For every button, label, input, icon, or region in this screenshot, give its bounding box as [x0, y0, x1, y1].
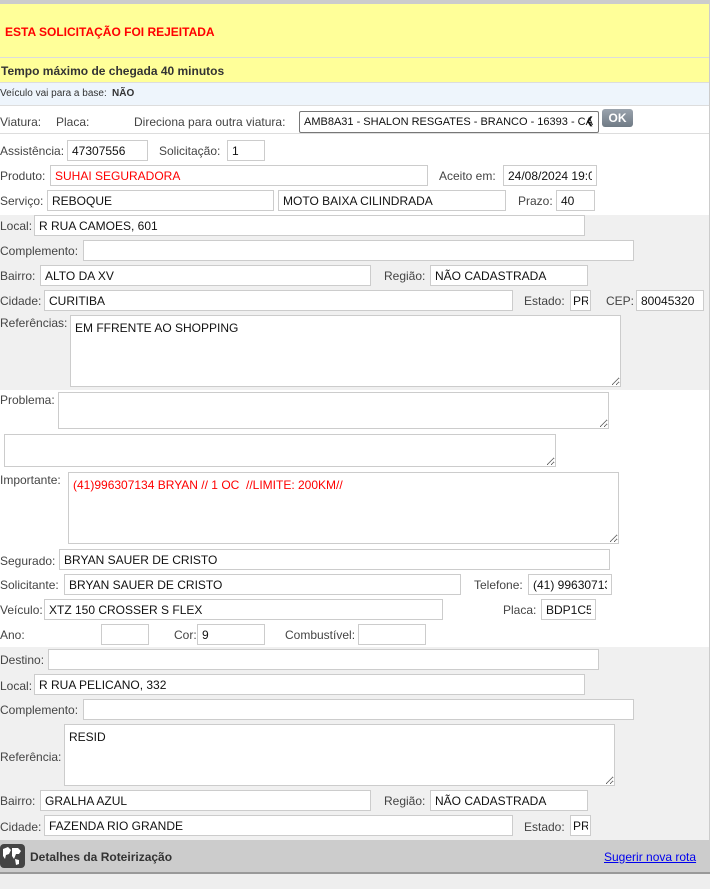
dest-cidade-field[interactable]: [44, 815, 513, 836]
cep-label: CEP:: [606, 294, 635, 308]
ano-label: Ano:: [0, 628, 25, 642]
telefone-field[interactable]: [528, 574, 612, 595]
cidade-field[interactable]: [44, 290, 513, 311]
dest-local-label: Local:: [0, 679, 33, 693]
placa-label: Placa:: [503, 603, 537, 617]
max-time-text: Tempo máximo de chegada 40 minutos: [1, 64, 225, 78]
cep-field[interactable]: [636, 290, 704, 311]
solicitacao-label: Solicitação:: [159, 144, 221, 158]
redirect-select-value: AMB8A31 - SHALON RESGATES - BRANCO - 163…: [304, 116, 593, 128]
importante-field[interactable]: (41)996307134 BRYAN // 1 OC //LIMITE: 20…: [68, 472, 619, 544]
world-map-icon: [0, 844, 25, 868]
servico-label: Serviço:: [0, 194, 44, 208]
rejected-text: ESTA SOLICITAÇÃO FOI REJEITADA: [5, 25, 215, 39]
dest-cidade-label: Cidade:: [0, 820, 42, 834]
complemento-field[interactable]: [83, 240, 634, 261]
rejected-banner: ESTA SOLICITAÇÃO FOI REJEITADA: [0, 4, 710, 58]
servico-field[interactable]: [47, 190, 274, 211]
base-value: NÃO: [112, 88, 135, 99]
estado-field[interactable]: [570, 290, 591, 311]
assistencia-field[interactable]: [67, 140, 148, 161]
destino-label: Destino:: [0, 653, 45, 667]
local-label: Local:: [0, 219, 33, 233]
max-time-banner: Tempo máximo de chegada 40 minutos: [0, 58, 710, 83]
dest-complemento-field[interactable]: [83, 699, 634, 720]
prazo-field[interactable]: [556, 190, 595, 211]
solicitacao-field[interactable]: [227, 140, 265, 161]
produto-field[interactable]: [50, 165, 428, 186]
cor-field[interactable]: [197, 624, 265, 645]
combustivel-label: Combustível:: [285, 628, 356, 642]
right-border: [709, 0, 710, 889]
redirect-select[interactable]: AMB8A31 - SHALON RESGATES - BRANCO - 163…: [299, 111, 599, 133]
dest-estado-field[interactable]: [570, 815, 591, 836]
regiao-label: Região:: [384, 269, 426, 283]
dest-regiao-label: Região:: [384, 794, 426, 808]
base-info: Veículo vai para a base: NÃO: [0, 83, 710, 106]
dest-local-field[interactable]: [34, 674, 585, 695]
dest-estado-label: Estado:: [524, 820, 565, 834]
dest-referencia-field[interactable]: RESID: [64, 724, 615, 786]
veiculo-label: Veículo:: [0, 603, 43, 617]
problema-label: Problema:: [0, 393, 55, 407]
referencias-field[interactable]: EM FFRENTE AO SHOPPING: [70, 315, 621, 387]
aceito-field[interactable]: [503, 165, 597, 186]
routing-header: Detalhes da Roteirização Sugerir nova ro…: [0, 840, 710, 874]
dest-regiao-field[interactable]: [430, 790, 588, 811]
redirect-label: Direciona para outra viatura:: [134, 115, 286, 129]
viatura-label: Viatura:: [0, 115, 42, 129]
importante-label: Importante:: [0, 473, 61, 487]
cidade-label: Cidade:: [0, 294, 42, 308]
aceito-label: Aceito em:: [439, 169, 496, 183]
viatura-row-divider: [0, 133, 710, 134]
dest-bairro-label: Bairro:: [0, 794, 36, 808]
ok-button[interactable]: OK: [602, 109, 633, 127]
dest-bairro-field[interactable]: [40, 790, 371, 811]
solicitante-field[interactable]: [64, 574, 461, 595]
referencias-label: Referências:: [0, 316, 68, 330]
routing-title: Detalhes da Roteirização: [30, 850, 173, 864]
veiculo-field[interactable]: [44, 599, 443, 620]
placa-label: Placa:: [56, 115, 90, 129]
dest-referencia-label: Referência:: [0, 750, 62, 764]
combustivel-field[interactable]: [358, 624, 426, 645]
placa-field[interactable]: [541, 599, 596, 620]
regiao-field[interactable]: [430, 265, 588, 286]
cor-label: Cor:: [174, 628, 197, 642]
chevron-down-icon: ❮: [585, 116, 594, 127]
ano-field[interactable]: [101, 624, 149, 645]
segurado-label: Segurado:: [0, 554, 56, 568]
bairro-field[interactable]: [40, 265, 371, 286]
destino-field[interactable]: [48, 649, 599, 670]
complemento-label: Complemento:: [0, 244, 79, 258]
servico-tipo-field[interactable]: [278, 190, 506, 211]
bairro-label: Bairro:: [0, 269, 36, 283]
routing-body: [0, 874, 710, 889]
dest-complemento-label: Complemento:: [0, 703, 79, 717]
estado-label: Estado:: [524, 294, 565, 308]
produto-label: Produto:: [0, 169, 46, 183]
assistencia-label: Assistência:: [0, 144, 65, 158]
prazo-label: Prazo:: [518, 194, 553, 208]
local-field[interactable]: [34, 215, 585, 236]
telefone-label: Telefone:: [474, 578, 523, 592]
segurado-field[interactable]: [59, 549, 610, 570]
base-label: Veículo vai para a base:: [0, 88, 107, 99]
solicitante-label: Solicitante:: [0, 578, 59, 592]
problema-field[interactable]: [58, 392, 609, 429]
suggest-route-link[interactable]: Sugerir nova rota: [604, 850, 696, 864]
extra-field[interactable]: [4, 434, 556, 467]
